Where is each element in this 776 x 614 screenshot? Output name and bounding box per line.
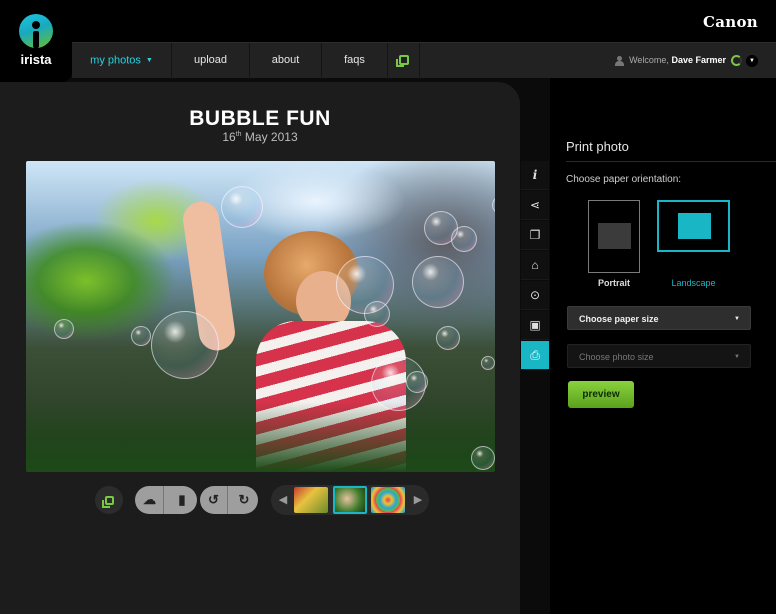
share-icon: ⋖ — [529, 198, 541, 212]
rotate-right-icon[interactable]: ↻ — [230, 486, 258, 514]
album-icon: ▣ — [529, 318, 541, 332]
print-panel: Print photo Choose paper orientation: Po… — [550, 78, 776, 614]
gallery-icon — [101, 496, 114, 509]
tab-info[interactable]: i — [521, 161, 549, 190]
photo-viewer: BUBBLE FUN 16th May 2013 — [0, 82, 520, 614]
tab-print[interactable]: ⎙ — [521, 341, 549, 370]
delete-icon[interactable]: ▮ — [168, 486, 196, 514]
user-icon — [615, 55, 625, 66]
nav-about-label: about — [271, 54, 300, 66]
chevron-down-icon: ▼ — [734, 354, 740, 360]
nav-my-photos[interactable]: my photos ▼ — [72, 43, 172, 79]
paper-size-value: Choose paper size — [579, 314, 659, 324]
nav-about[interactable]: about — [250, 43, 322, 79]
tag-icon: ⌂ — [531, 258, 539, 272]
nav-upload[interactable]: upload — [172, 43, 250, 79]
nav-gallery-button[interactable] — [388, 43, 420, 79]
thumbnail-1[interactable] — [294, 487, 328, 513]
top-bar: Canon — [0, 0, 776, 42]
chevron-down-icon[interactable]: ▼ — [746, 54, 758, 67]
panel-title: Print photo — [566, 139, 629, 154]
irista-logo-mark — [19, 14, 53, 48]
main-photo[interactable] — [26, 161, 495, 472]
tab-share[interactable]: ⋖ — [521, 191, 549, 220]
chevron-down-icon: ▼ — [734, 316, 740, 322]
chevron-down-icon: ▼ — [145, 57, 153, 64]
landscape-label[interactable]: Landscape — [657, 278, 730, 288]
photo-size-select[interactable]: Choose photo size ▼ — [567, 344, 751, 368]
nav-faqs-label: faqs — [344, 54, 365, 66]
gallery-icon — [395, 55, 409, 68]
info-icon: i — [532, 168, 538, 182]
portrait-card — [588, 200, 640, 273]
tab-comments[interactable]: ❐ — [521, 221, 549, 250]
photo-size-value: Choose photo size — [579, 352, 654, 362]
chevron-right-icon[interactable]: ▶ — [408, 485, 428, 515]
location-icon: ⊙ — [529, 288, 541, 302]
user-name: Dave Farmer — [671, 55, 726, 65]
photo-date: 16th May 2013 — [222, 130, 298, 144]
thumbnail-2-selected[interactable] — [333, 486, 367, 514]
nav-upload-label: upload — [193, 54, 228, 66]
nav-faqs[interactable]: faqs — [322, 43, 388, 79]
photo-title: BUBBLE FUN — [189, 107, 331, 130]
user-menu[interactable]: Welcome, Dave Farmer ▼ — [615, 43, 758, 79]
print-icon: ⎙ — [530, 348, 540, 362]
tab-tags[interactable]: ⌂ — [521, 251, 549, 280]
nav-my-photos-label: my photos — [90, 54, 141, 67]
rotate-left-icon[interactable]: ↺ — [200, 486, 228, 514]
tab-albums[interactable]: ▣ — [521, 311, 549, 340]
divider — [566, 161, 776, 162]
orientation-prompt: Choose paper orientation: — [566, 174, 682, 185]
preview-button[interactable]: preview — [568, 381, 634, 408]
storage-ring-icon — [731, 55, 742, 67]
main-nav: my photos ▼ upload about faqs Welcome, Da… — [72, 42, 776, 79]
view-gallery-button[interactable] — [95, 486, 123, 514]
cloud-upload-icon[interactable]: ☁ — [136, 486, 164, 514]
paper-size-select[interactable]: Choose paper size ▼ — [567, 306, 751, 330]
canon-logo: Canon — [703, 13, 758, 31]
landscape-card — [657, 200, 730, 252]
comment-icon: ❐ — [529, 228, 541, 242]
upload-delete-group: ☁ ▮ — [135, 486, 197, 514]
welcome-text: Welcome, — [629, 55, 669, 65]
chevron-left-icon[interactable]: ◀ — [273, 485, 293, 515]
tab-location[interactable]: ⊙ — [521, 281, 549, 310]
filmstrip: ◀ ▶ — [271, 485, 429, 515]
irista-logo-text: irista — [20, 52, 52, 67]
portrait-label[interactable]: Portrait — [588, 278, 640, 288]
rotate-group: ↺ ↻ — [200, 486, 258, 514]
irista-logo[interactable]: irista — [0, 0, 72, 82]
thumbnail-3[interactable] — [371, 487, 405, 513]
